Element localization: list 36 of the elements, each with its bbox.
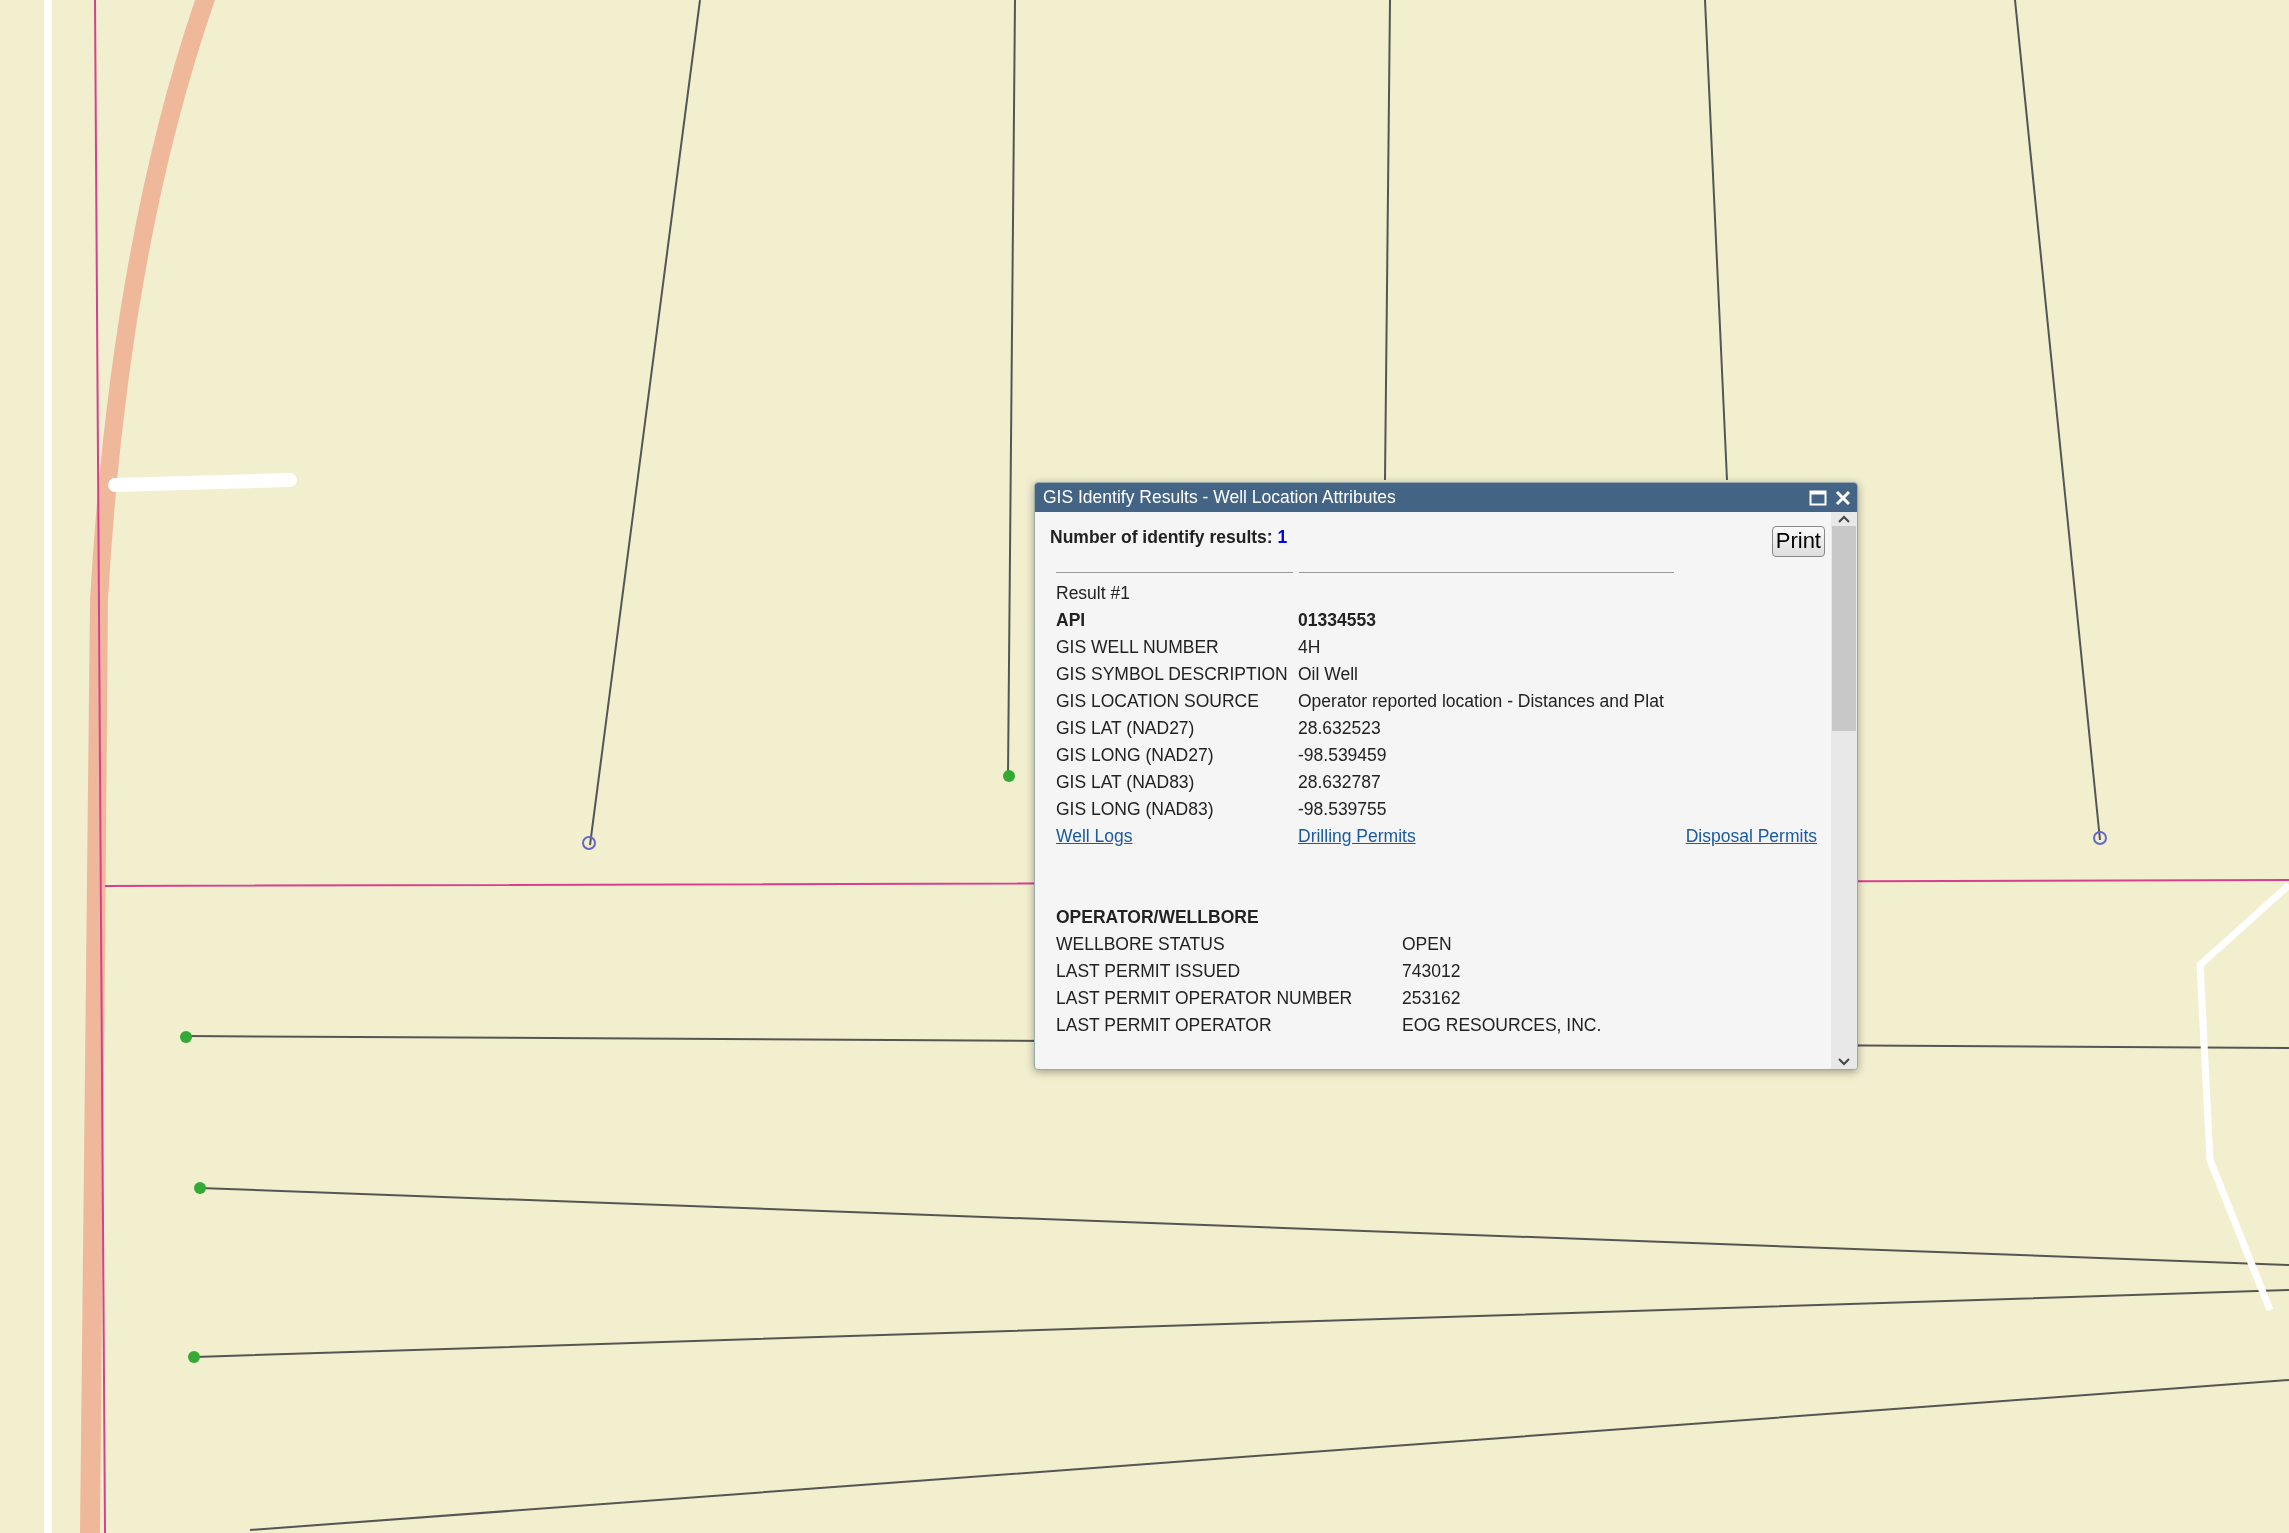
attribute-value: 253162 <box>1402 986 1461 1010</box>
attribute-value: 28.632787 <box>1298 770 1381 794</box>
attribute-value: EOG RESOURCES, INC. <box>1402 1013 1602 1037</box>
attribute-label: GIS LAT (NAD83) <box>1056 770 1196 794</box>
link[interactable]: Well Logs <box>1056 822 1298 849</box>
attribute-label: LAST PERMIT OPERATOR NUMBER <box>1056 986 1354 1010</box>
link[interactable]: Drilling Permits <box>1298 822 1416 849</box>
attribute-value: 743012 <box>1402 959 1461 983</box>
scrollbar-thumb[interactable] <box>1832 526 1856 731</box>
attribute-value: 28.632523 <box>1298 716 1381 740</box>
result-heading: Result #1 <box>1056 581 1130 605</box>
attribute-value: -98.539755 <box>1298 797 1387 821</box>
attribute-label: GIS WELL NUMBER <box>1056 635 1220 659</box>
attribute-value: OPEN <box>1402 932 1452 956</box>
attribute-value: 01334553 <box>1298 608 1376 632</box>
link[interactable]: Disposal Permits <box>1685 822 1817 849</box>
attribute-label: GIS LONG (NAD83) <box>1056 797 1215 821</box>
maximize-icon[interactable] <box>1809 489 1827 506</box>
attribute-value: Operator reported location - Distances and Plat <box>1298 689 1664 713</box>
attribute-label: GIS LONG (NAD27) <box>1056 743 1215 767</box>
attribute-label: GIS LAT (NAD27) <box>1056 716 1196 740</box>
print-button[interactable]: Print <box>1771 526 1825 557</box>
scrollbar[interactable] <box>1831 512 1857 1069</box>
attribute-label: GIS SYMBOL DESCRIPTION <box>1056 662 1289 686</box>
results-count-text: Number of identify results: 1 <box>1050 526 1288 549</box>
attribute-value: -98.539459 <box>1298 743 1387 767</box>
attribute-value: 4H <box>1298 635 1321 659</box>
close-icon[interactable] <box>1835 489 1851 506</box>
attribute-label: GIS LOCATION SOURCE <box>1056 689 1260 713</box>
attribute-label: API <box>1056 608 1087 632</box>
attribute-label: WELLBORE STATUS <box>1056 932 1226 956</box>
attribute-value: Oil Well <box>1298 662 1358 686</box>
attribute-label: LAST PERMIT ISSUED <box>1056 959 1242 983</box>
window-title: GIS Identify Results - Well Location Attributes <box>1043 486 1397 510</box>
section-heading: OPERATOR/WELLBORE <box>1056 905 1259 929</box>
attribute-label: LAST PERMIT OPERATOR <box>1056 1013 1273 1037</box>
